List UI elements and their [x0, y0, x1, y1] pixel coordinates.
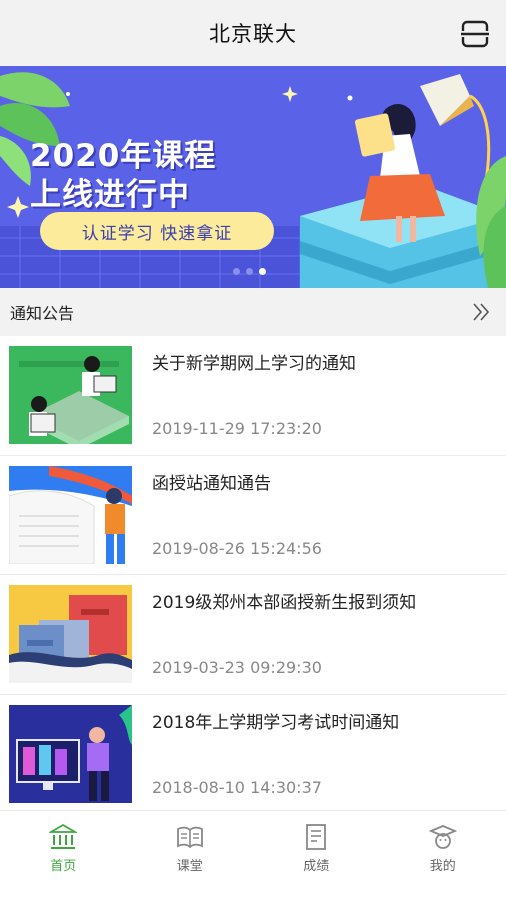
carousel-indicator — [233, 268, 266, 275]
tab-profile[interactable]: 我的 — [380, 811, 506, 900]
notice-title: 函授站通知通告 — [152, 473, 271, 494]
notice-title: 关于新学期网上学习的通知 — [152, 354, 356, 374]
notice-item[interactable]: 2018年上学期学习考试时间通知 2018-08-10 14:30:37 — [0, 695, 506, 814]
tab-scores[interactable]: 成绩 — [253, 811, 380, 900]
notice-date: 2018-08-10 14:30:37 — [152, 777, 322, 797]
notice-thumbnail — [9, 704, 132, 803]
page-title: 北京联大 — [209, 22, 297, 46]
notice-title: 2019级郑州本部函授新生报到须知 — [152, 593, 417, 613]
banner-tag: 认证学习 快速拿证 — [40, 212, 274, 250]
graduate-cap-icon — [428, 825, 457, 849]
notice-section-header[interactable]: 通知公告 — [0, 288, 506, 336]
banner-headline-2: 上线进行中 — [30, 177, 190, 213]
promo-banner[interactable]: 2020年课程 上线进行中 认证学习 快速拿证 — [0, 66, 506, 288]
notice-thumbnail — [9, 465, 132, 564]
notice-date: 2019-08-26 15:24:56 — [152, 538, 322, 558]
tab-label: 成绩 — [303, 859, 330, 874]
double-chevron-right-icon[interactable] — [472, 302, 490, 322]
notice-section-title: 通知公告 — [10, 304, 75, 323]
notice-item[interactable]: 关于新学期网上学习的通知 2019-11-29 17:23:20 — [0, 336, 506, 456]
notice-thumbnail — [9, 346, 132, 444]
tab-label: 首页 — [50, 859, 77, 874]
notice-title: 2018年上学期学习考试时间通知 — [152, 712, 400, 733]
bank-home-icon — [49, 823, 78, 849]
tab-classroom[interactable]: 课堂 — [127, 811, 254, 900]
tab-label: 课堂 — [176, 859, 203, 874]
notice-date: 2019-11-29 17:23:20 — [152, 419, 322, 438]
tab-home[interactable]: 首页 — [0, 811, 127, 900]
notice-item[interactable]: 函授站通知通告 2019-08-26 15:24:56 — [0, 456, 506, 575]
tab-label: 我的 — [429, 859, 456, 874]
book-icon — [176, 826, 203, 849]
notice-list: 关于新学期网上学习的通知 2019-11-29 17:23:20 函授站通知通告… — [0, 336, 506, 814]
carousel-dot — [233, 268, 240, 275]
notice-thumbnail — [9, 585, 132, 683]
bottom-tab-bar: 首页 课堂 成绩 我的 — [0, 810, 506, 900]
notice-item[interactable]: 2019级郑州本部函授新生报到须知 2019-03-23 09:29:30 — [0, 575, 506, 695]
carousel-dot-active — [259, 268, 266, 275]
carousel-dot — [246, 268, 253, 275]
scan-icon[interactable] — [460, 19, 490, 49]
report-icon — [306, 824, 327, 850]
notice-date: 2019-03-23 09:29:30 — [152, 658, 322, 677]
app-header: 北京联大 — [0, 0, 506, 66]
